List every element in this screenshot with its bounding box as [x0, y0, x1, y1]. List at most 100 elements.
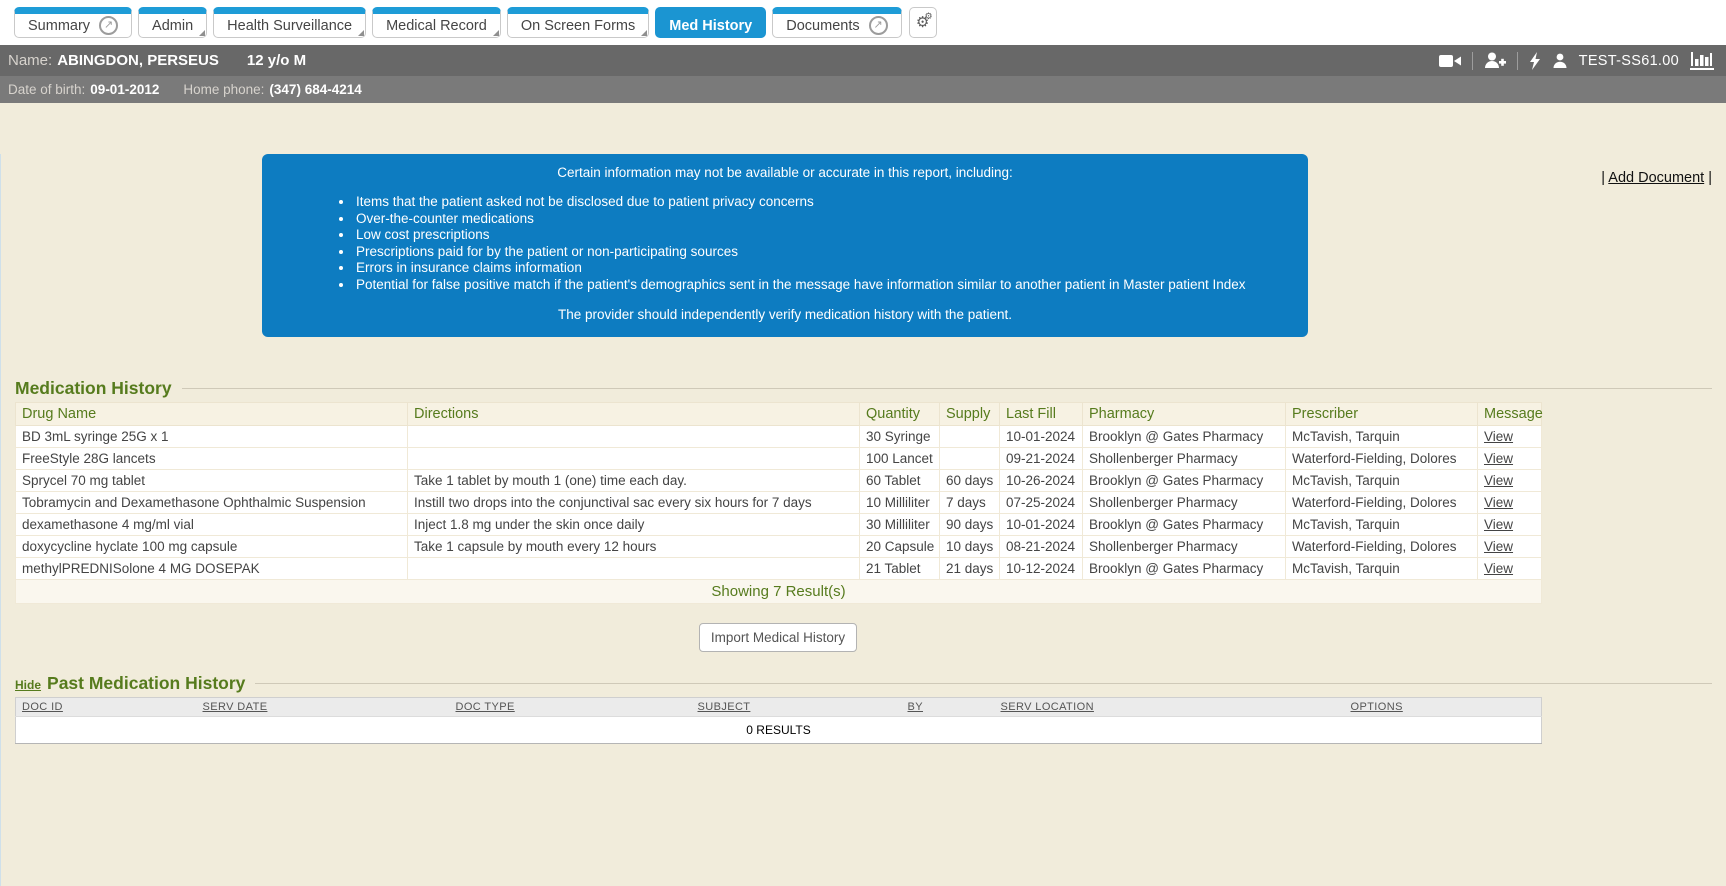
sort-header-doc-id[interactable]: DOC ID	[16, 698, 197, 717]
cell-drug: BD 3mL syringe 25G x 1	[16, 426, 408, 448]
sort-header-subject[interactable]: SUBJECT	[692, 698, 902, 717]
divider	[1517, 52, 1518, 70]
video-camera-icon[interactable]	[1439, 53, 1461, 69]
medication-notice-box: Certain information may not be available…	[262, 154, 1308, 337]
cell-last-fill: 09-21-2024	[1000, 448, 1083, 470]
cell-quantity: 30 Syringe	[860, 426, 940, 448]
cell-prescriber: McTavish, Tarquin	[1286, 426, 1478, 448]
notice-bullet-list: Items that the patient asked not be disc…	[282, 194, 1288, 293]
home-phone-value: (347) 684-4214	[269, 82, 361, 97]
medication-row: BD 3mL syringe 25G x 130 Syringe10-01-20…	[16, 426, 1542, 448]
add-document-link[interactable]: Add Document	[1608, 170, 1704, 186]
cell-prescriber: Waterford-Fielding, Dolores	[1286, 448, 1478, 470]
cell-quantity: 60 Tablet	[860, 470, 940, 492]
sort-header-serv-date[interactable]: SERV DATE	[197, 698, 450, 717]
sort-header-label: BY	[908, 701, 923, 713]
cell-drug: Sprycel 70 mg tablet	[16, 470, 408, 492]
past-medication-history-table: DOC ID SERV DATE DOC TYPE SUBJECT BY SERV LOC…	[15, 697, 1542, 744]
cell-pharmacy: Brooklyn @ Gates Pharmacy	[1083, 558, 1286, 580]
heading-rule	[255, 683, 1712, 684]
station-id: TEST-SS61.00	[1579, 53, 1679, 69]
cell-pharmacy: Brooklyn @ Gates Pharmacy	[1083, 470, 1286, 492]
tab-documents[interactable]: Documents	[772, 7, 901, 38]
notice-bullet: Low cost prescriptions	[354, 227, 1288, 244]
cell-prescriber: McTavish, Tarquin	[1286, 470, 1478, 492]
cell-quantity: 10 Milliliter	[860, 492, 940, 514]
cell-supply: 90 days	[940, 514, 1000, 536]
cell-message: View	[1478, 536, 1542, 558]
cell-drug: dexamethasone 4 mg/ml vial	[16, 514, 408, 536]
cell-quantity: 21 Tablet	[860, 558, 940, 580]
tab-label: Documents	[786, 18, 859, 34]
sort-header-label: DOC TYPE	[456, 701, 515, 713]
tab-health-surveillance[interactable]: Health Surveillance	[213, 7, 366, 38]
add-document-line: | Add Document |	[1601, 170, 1712, 186]
import-medical-history-button[interactable]: Import Medical History	[699, 623, 857, 652]
patient-age-sex: 12 y/o M	[247, 52, 306, 69]
sort-header-doc-type[interactable]: DOC TYPE	[450, 698, 692, 717]
cell-prescriber: Waterford-Fielding, Dolores	[1286, 536, 1478, 558]
medication-row: Sprycel 70 mg tabletTake 1 tablet by mou…	[16, 470, 1542, 492]
cell-prescriber: Waterford-Fielding, Dolores	[1286, 492, 1478, 514]
notice-intro: Certain information may not be available…	[282, 165, 1288, 180]
cell-message: View	[1478, 558, 1542, 580]
tab-summary[interactable]: Summary	[14, 7, 132, 38]
add-person-icon[interactable]	[1484, 52, 1506, 69]
settings-gears-button[interactable]	[909, 7, 937, 38]
cell-last-fill: 10-26-2024	[1000, 470, 1083, 492]
column-header-pharmacy: Pharmacy	[1083, 403, 1286, 426]
view-message-link[interactable]: View	[1484, 517, 1513, 532]
bar-chart-icon[interactable]	[1690, 51, 1714, 70]
sort-header-by[interactable]: BY	[902, 698, 995, 717]
tab-label: Medical Record	[386, 18, 487, 34]
cell-quantity: 30 Milliliter	[860, 514, 940, 536]
notice-bullet: Potential for false positive match if th…	[354, 277, 1288, 294]
tab-med-history[interactable]: Med History	[655, 7, 766, 38]
view-message-link[interactable]: View	[1484, 429, 1513, 444]
view-message-link[interactable]: View	[1484, 561, 1513, 576]
cell-drug: methylPREDNISolone 4 MG DOSEPAK	[16, 558, 408, 580]
pipe: |	[1704, 170, 1712, 186]
tab-medical-record[interactable]: Medical Record	[372, 7, 501, 38]
view-message-link[interactable]: View	[1484, 473, 1513, 488]
medication-history-title: Medication History	[15, 378, 172, 399]
cell-prescriber: McTavish, Tarquin	[1286, 558, 1478, 580]
cell-message: View	[1478, 492, 1542, 514]
cell-message: View	[1478, 426, 1542, 448]
cell-quantity: 20 Capsule	[860, 536, 940, 558]
view-message-link[interactable]: View	[1484, 451, 1513, 466]
import-button-row: Import Medical History	[15, 623, 1541, 652]
view-message-link[interactable]: View	[1484, 539, 1513, 554]
open-in-new-window-icon[interactable]	[869, 16, 888, 35]
medication-row: methylPREDNISolone 4 MG DOSEPAK 21 Tablet…	[16, 558, 1542, 580]
column-header-last-fill: Last Fill	[1000, 403, 1083, 426]
user-icon	[1552, 53, 1568, 69]
dob-value: 09-01-2012	[90, 82, 159, 97]
tab-on-screen-forms[interactable]: On Screen Forms	[507, 7, 649, 38]
cell-last-fill: 10-01-2024	[1000, 514, 1083, 536]
lightning-icon[interactable]	[1529, 52, 1541, 70]
sort-header-options[interactable]: OPTIONS	[1345, 698, 1542, 717]
cell-supply: 60 days	[940, 470, 1000, 492]
home-phone-label: Home phone:	[183, 82, 264, 97]
column-header-directions: Directions	[408, 403, 860, 426]
hide-link[interactable]: Hide	[15, 678, 41, 694]
gear-icon-small	[925, 11, 933, 22]
view-message-link[interactable]: View	[1484, 495, 1513, 510]
cell-last-fill: 08-21-2024	[1000, 536, 1083, 558]
tab-admin[interactable]: Admin	[138, 7, 207, 38]
heading-rule	[182, 388, 1712, 389]
tab-bar: SummaryAdminHealth Surveillance Medical R…	[0, 0, 1726, 45]
cell-prescriber: McTavish, Tarquin	[1286, 514, 1478, 536]
patient-banner-primary: Name: ABINGDON, PERSEUS 12 y/o M TEST-SS…	[0, 45, 1726, 76]
sort-header-label: DOC ID	[22, 701, 63, 713]
notice-bullet: Over-the-counter medications	[354, 211, 1288, 228]
cell-last-fill: 10-12-2024	[1000, 558, 1083, 580]
sort-header-label: SUBJECT	[698, 701, 751, 713]
column-header-prescriber: Prescriber	[1286, 403, 1478, 426]
cell-directions	[408, 426, 860, 448]
column-header-supply: Supply	[940, 403, 1000, 426]
open-in-new-window-icon[interactable]	[99, 16, 118, 35]
sort-header-serv-location[interactable]: SERV LOCATION	[995, 698, 1345, 717]
past-medication-history-heading: Hide Past Medication History	[15, 673, 1726, 694]
